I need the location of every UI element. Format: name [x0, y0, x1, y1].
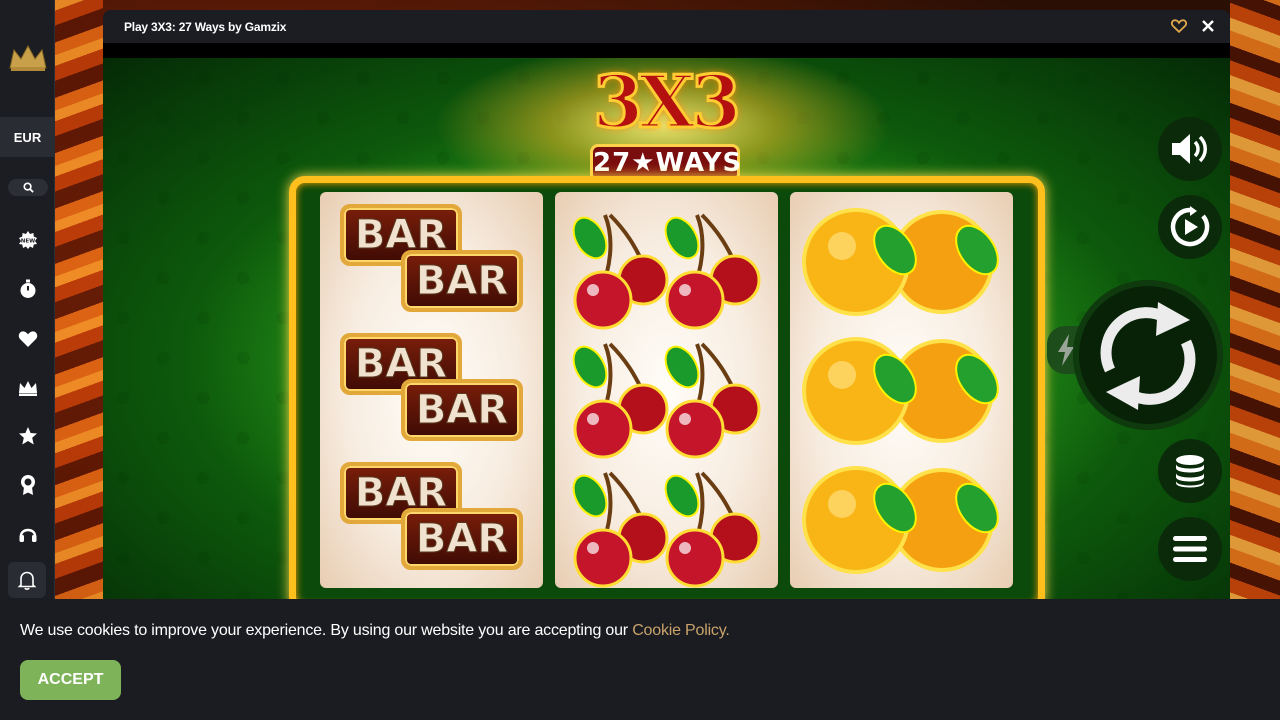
reel-1: BAR BAR BAR BAR BAR BAR	[320, 192, 543, 588]
cherry-symbol	[572, 342, 761, 459]
orange-symbol	[802, 208, 999, 316]
cookie-message: We use cookies to improve your experienc…	[20, 622, 730, 640]
game-logo-main: 3X3	[591, 59, 742, 144]
cookie-policy-link[interactable]: Cookie Policy.	[632, 622, 730, 639]
heart-icon	[18, 330, 37, 347]
slot-stage: 3X3 27★WAYS BAR BAR BAR BAR BAR BAR	[103, 58, 1230, 610]
spin-button[interactable]	[1073, 280, 1223, 430]
accept-cookies-button[interactable]: ACCEPT	[20, 660, 121, 700]
heart-outline-icon[interactable]	[1171, 19, 1187, 33]
bar-plate: BAR	[401, 379, 523, 441]
currency-selector[interactable]: EUR	[0, 117, 55, 157]
bet-button[interactable]	[1158, 439, 1222, 503]
cherry-symbol	[572, 213, 761, 330]
bar-plate: BAR	[401, 250, 523, 312]
sound-button[interactable]	[1158, 117, 1222, 181]
sidebar-item-support[interactable]	[16, 522, 39, 545]
reel-2	[555, 192, 778, 588]
search-button[interactable]	[8, 179, 48, 196]
sidebar-item-achievements[interactable]	[16, 473, 39, 496]
game-window: Play 3X3: 27 Ways by Gamzix 3X3 27★WAYS …	[103, 10, 1230, 610]
bet-icon	[1176, 455, 1204, 488]
cookie-text: We use cookies to improve your experienc…	[20, 622, 628, 639]
menu-button[interactable]	[1158, 517, 1222, 581]
orange-symbol	[802, 337, 999, 445]
bar-symbol: BAR BAR	[320, 331, 543, 461]
bar-symbol: BAR BAR	[320, 202, 543, 332]
sidebar-item-recent[interactable]	[16, 277, 39, 300]
bell-icon	[17, 571, 37, 590]
star-icon	[18, 426, 37, 444]
spin-icon	[1100, 302, 1196, 410]
medal-icon	[20, 474, 35, 495]
game-title-bar: Play 3X3: 27 Ways by Gamzix	[103, 10, 1230, 43]
autoplay-button[interactable]	[1158, 195, 1222, 259]
new-badge-icon: NEW	[18, 230, 37, 249]
crown-icon	[18, 380, 37, 396]
svg-text:NEW: NEW	[20, 238, 34, 244]
autoplay-icon	[1170, 206, 1210, 247]
stopwatch-icon	[20, 279, 35, 298]
search-icon	[22, 182, 34, 193]
crown-logo-icon[interactable]	[8, 44, 48, 72]
sidebar-item-new[interactable]: NEW	[16, 228, 39, 251]
notifications-button[interactable]	[8, 562, 46, 598]
bar-symbol: BAR BAR	[320, 460, 543, 590]
bar-plate: BAR	[401, 508, 523, 570]
sidebar-item-top[interactable]	[16, 424, 39, 447]
orange-symbol	[802, 466, 999, 574]
cherry-symbol	[572, 471, 761, 588]
sidebar-item-vip[interactable]	[16, 376, 39, 399]
menu-icon	[1173, 536, 1207, 562]
casino-page: EUR NEW Play 3X3: 27 Ways by Gamzix 3X3 …	[0, 0, 1280, 720]
sidebar-item-favorites[interactable]	[16, 327, 39, 350]
reel-3	[790, 192, 1013, 588]
close-icon[interactable]	[1201, 19, 1215, 33]
cookie-banner: We use cookies to improve your experienc…	[0, 599, 1280, 720]
headset-icon	[19, 528, 36, 542]
sound-icon	[1172, 134, 1207, 164]
game-title: Play 3X3: 27 Ways by Gamzix	[124, 19, 287, 34]
